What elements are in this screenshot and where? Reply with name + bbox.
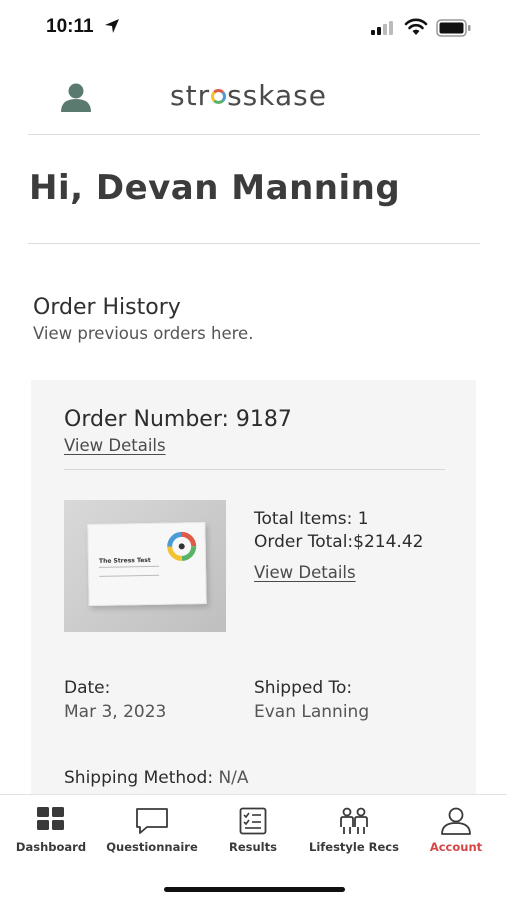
shipping-method-label: Shipping Method: bbox=[64, 768, 214, 788]
tab-account[interactable]: Account bbox=[406, 795, 506, 865]
home-indicator bbox=[164, 887, 345, 892]
shipping-method-value: N/A bbox=[218, 768, 249, 788]
status-time: 10:11 bbox=[46, 16, 94, 37]
tab-lifestyle-recs-label: Lifestyle Recs bbox=[309, 840, 399, 854]
order-number-label: Order Number: bbox=[64, 407, 229, 432]
location-arrow-icon bbox=[105, 19, 119, 33]
order-history-subtitle: View previous orders here. bbox=[33, 324, 254, 343]
total-items-label: Total Items: bbox=[254, 509, 353, 529]
person-icon[interactable] bbox=[59, 82, 93, 112]
shipped-to-value: Evan Lanning bbox=[254, 702, 370, 722]
battery-icon bbox=[436, 19, 471, 37]
card-divider bbox=[64, 469, 445, 470]
date-label: Date: bbox=[64, 678, 111, 698]
order-total-value: $214.42 bbox=[353, 532, 424, 552]
app-header: str sskase bbox=[0, 62, 507, 134]
tab-results-label: Results bbox=[229, 840, 277, 854]
product-box-lines bbox=[99, 565, 160, 577]
tab-lifestyle-recs[interactable]: Lifestyle Recs bbox=[304, 795, 404, 865]
greeting-divider bbox=[28, 243, 480, 244]
brand-logo-text-end: sskase bbox=[227, 79, 327, 112]
view-details-side-link[interactable]: View Details bbox=[254, 563, 356, 582]
bottom-tab-bar: Dashboard Questionnaire Results Lifestyl… bbox=[0, 794, 507, 900]
cellular-signal-icon bbox=[371, 21, 393, 35]
brand-logo: str sskase bbox=[170, 79, 327, 112]
people-icon bbox=[340, 807, 368, 834]
tab-dashboard[interactable]: Dashboard bbox=[1, 795, 101, 865]
tab-results[interactable]: Results bbox=[203, 795, 303, 865]
checklist-icon bbox=[239, 807, 267, 835]
status-bar: 10:11 bbox=[0, 0, 507, 58]
date-value: Mar 3, 2023 bbox=[64, 702, 167, 722]
order-history-title: Order History bbox=[33, 295, 181, 320]
tab-questionnaire-label: Questionnaire bbox=[106, 840, 198, 854]
product-box-title: The Stress Test bbox=[98, 556, 151, 565]
total-items-value: 1 bbox=[357, 509, 369, 529]
greeting-title: Hi, Devan Manning bbox=[29, 168, 401, 208]
header-divider bbox=[28, 134, 480, 135]
tab-account-label: Account bbox=[429, 840, 483, 854]
order-number-value: 9187 bbox=[235, 407, 292, 432]
shipped-to-label: Shipped To: bbox=[254, 678, 353, 698]
order-total: Order Total:$214.42 bbox=[254, 532, 423, 552]
order-card: Order Number: 9187 View Details The Stre… bbox=[31, 380, 476, 810]
person-outline-icon bbox=[441, 807, 471, 835]
product-logo-icon bbox=[167, 531, 197, 561]
product-image: The Stress Test bbox=[64, 500, 226, 632]
product-box: The Stress Test bbox=[87, 521, 207, 607]
brand-logo-ring-icon bbox=[211, 89, 227, 104]
view-details-link[interactable]: View Details bbox=[64, 436, 166, 455]
order-total-label: Order Total: bbox=[254, 532, 354, 552]
order-number: Order Number: 9187 bbox=[64, 407, 292, 432]
tab-questionnaire[interactable]: Questionnaire bbox=[102, 795, 202, 865]
chat-bubble-icon bbox=[136, 808, 168, 834]
wifi-icon bbox=[404, 18, 428, 35]
brand-logo-text-start: str bbox=[170, 79, 211, 112]
total-items: Total Items: 1 bbox=[254, 509, 369, 529]
tab-dashboard-label: Dashboard bbox=[15, 840, 87, 854]
grid-icon bbox=[37, 807, 64, 830]
shipping-method: Shipping Method: N/A bbox=[64, 768, 249, 788]
